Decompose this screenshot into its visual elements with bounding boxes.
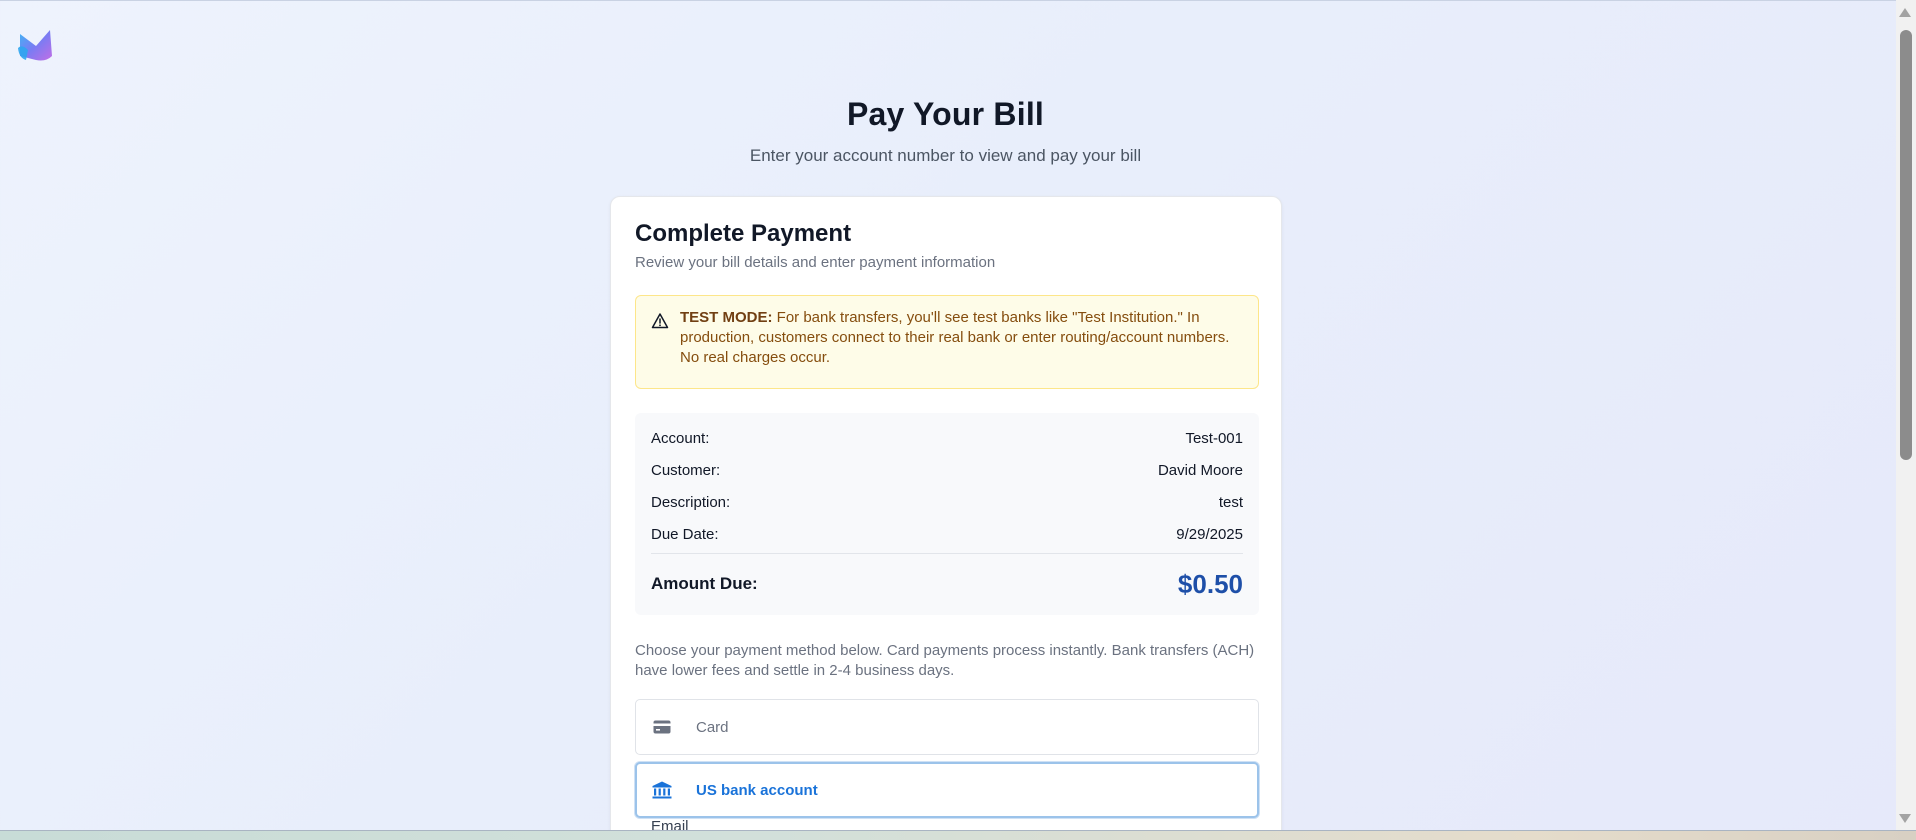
payment-method-us-bank-account[interactable]: US bank account bbox=[635, 762, 1259, 818]
amount-due-row: Amount Due: $0.50 bbox=[651, 567, 1243, 601]
warning-triangle-icon bbox=[651, 313, 669, 329]
customer-value: David Moore bbox=[1157, 462, 1243, 479]
scroll-down-arrow-icon[interactable] bbox=[1899, 814, 1911, 823]
app-logo-icon[interactable] bbox=[16, 26, 54, 64]
alert-text: TEST MODE: For bank transfers, you'll se… bbox=[680, 308, 1246, 368]
description-label: Description: bbox=[651, 494, 731, 511]
payment-card: Complete Payment Review your bill detail… bbox=[610, 196, 1282, 840]
account-label: Account: bbox=[651, 430, 710, 447]
due-date-value: 9/29/2025 bbox=[1176, 526, 1243, 543]
page-header: Pay Your Bill Enter your account number … bbox=[0, 94, 1891, 167]
page-subtitle: Enter your account number to view and pa… bbox=[749, 146, 1142, 165]
credit-card-icon bbox=[652, 718, 672, 736]
taskbar-edge bbox=[0, 830, 1916, 840]
bill-summary: Account: Test-001 Customer: David Moore … bbox=[635, 413, 1259, 615]
account-value: Test-001 bbox=[1185, 430, 1243, 447]
payment-method-card-label: Card bbox=[696, 718, 729, 736]
description-value: test bbox=[1218, 494, 1243, 511]
payment-method-us-bank-account-label: US bank account bbox=[696, 781, 818, 799]
bank-icon bbox=[652, 781, 672, 799]
test-mode-alert: TEST MODE: For bank transfers, you'll se… bbox=[635, 295, 1259, 389]
customer-row: Customer: David Moore bbox=[651, 461, 1243, 481]
amount-due-label: Amount Due: bbox=[651, 574, 758, 593]
scroll-up-arrow-icon[interactable] bbox=[1899, 8, 1911, 17]
due-date-label: Due Date: bbox=[651, 526, 719, 543]
due-date-row: Due Date: 9/29/2025 bbox=[651, 525, 1243, 545]
description-row: Description: test bbox=[651, 493, 1243, 513]
account-row: Account: Test-001 bbox=[651, 429, 1243, 449]
scrollbar-thumb[interactable] bbox=[1900, 30, 1912, 460]
payment-method-card[interactable]: Card bbox=[635, 699, 1259, 755]
card-title: Complete Payment bbox=[635, 220, 852, 247]
payment-method-description: Choose your payment method below. Card p… bbox=[635, 642, 1255, 679]
customer-label: Customer: bbox=[651, 462, 721, 479]
window-top-border bbox=[0, 0, 1896, 1]
vertical-scrollbar[interactable] bbox=[1896, 0, 1916, 832]
summary-divider bbox=[651, 553, 1243, 554]
amount-due-value: $0.50 bbox=[1177, 568, 1243, 599]
alert-label: TEST MODE: bbox=[680, 309, 773, 326]
page-title: Pay Your Bill bbox=[846, 96, 1045, 132]
card-subtitle: Review your bill details and enter payme… bbox=[635, 254, 996, 271]
